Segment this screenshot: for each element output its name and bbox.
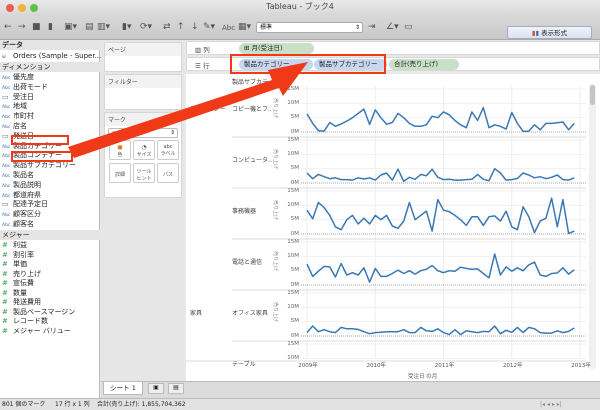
annotation-arrow bbox=[68, 62, 308, 158]
